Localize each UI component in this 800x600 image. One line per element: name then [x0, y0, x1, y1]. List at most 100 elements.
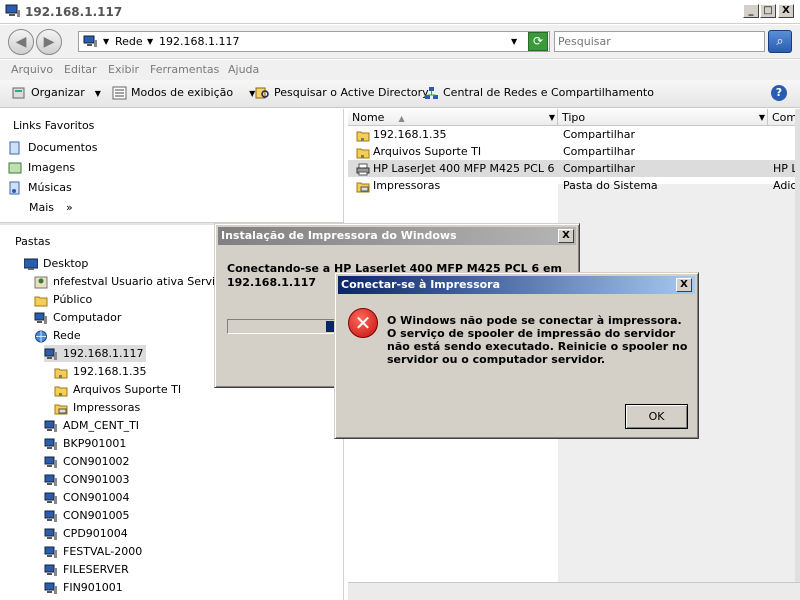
search-input[interactable] [555, 32, 764, 51]
computer-icon [44, 510, 58, 523]
search-button[interactable]: ⌕ [768, 30, 792, 53]
tree-item-label: Impressoras [73, 401, 141, 414]
forward-button[interactable]: ▶ [36, 29, 62, 55]
column-filter-icon[interactable]: ▼ [759, 109, 765, 126]
tree-item-label: ADM_CENT_TI [63, 419, 140, 432]
file-row[interactable]: Arquivos Suporte TI Compartilhar [348, 143, 800, 160]
pictures-icon [8, 162, 22, 174]
tree-item[interactable]: CON901005 [44, 507, 130, 524]
file-type: Pasta do Sistema [563, 179, 658, 192]
organize-label: Organizar [31, 86, 85, 99]
address-dropdown-icon[interactable]: ▼ [511, 37, 517, 46]
user-folder-icon [34, 276, 48, 289]
tree-item-label: 192.168.1.117 [63, 347, 144, 360]
computer-icon [44, 546, 58, 559]
menu-editar[interactable]: Editar [64, 63, 97, 76]
computer-icon [44, 564, 58, 577]
tree-item[interactable]: 192.168.1.35 [54, 363, 146, 380]
tree-item[interactable]: ADM_CENT_TI [44, 417, 139, 434]
tree-item-label: FILESERVER [63, 563, 129, 576]
window-title: 192.168.1.117 [25, 5, 123, 19]
tree-item[interactable]: CON901004 [44, 489, 130, 506]
tree-item[interactable]: Rede [34, 327, 81, 344]
network-center-icon [425, 87, 438, 99]
error-icon: ✕ [348, 308, 378, 338]
computer-icon [44, 420, 58, 433]
search-box[interactable] [554, 31, 765, 52]
tree-item-label: Rede [53, 329, 81, 342]
menu-ajuda[interactable]: Ajuda [228, 63, 259, 76]
tree-item[interactable]: Arquivos Suporte TI [54, 381, 181, 398]
file-name: 192.168.1.35 [373, 128, 447, 141]
tree-item[interactable]: CON901003 [44, 471, 130, 488]
install-dialog-title: Instalação de Impressora do Windows [218, 227, 576, 245]
views-button[interactable]: Modos de exibição ▼ [112, 86, 255, 100]
tree-item[interactable]: nfefestval Usuario ativa Servidor [34, 273, 233, 290]
breadcrumb-network[interactable]: Rede [115, 35, 143, 48]
tree-item[interactable]: CPD901004 [44, 525, 128, 542]
search-ad-label: Pesquisar o Active Directory [274, 86, 429, 99]
sort-ascending-icon: ▲ [398, 114, 405, 123]
favorite-label: Documentos [28, 141, 98, 154]
favorite-label: Músicas [28, 181, 72, 194]
window-title-bar: 192.168.1.117 _ □ X [0, 0, 800, 24]
file-row[interactable]: 192.168.1.35 Compartilhar [348, 126, 800, 143]
tree-item-label: FIN901001 [63, 581, 123, 594]
tree-item[interactable]: FESTVAL-2000 [44, 543, 142, 560]
close-window-button[interactable]: X [778, 4, 794, 18]
network-computer-icon [5, 4, 20, 17]
column-header-type[interactable]: Tipo ▼ [558, 109, 768, 126]
more-label: Mais [29, 201, 55, 214]
menu-exibir[interactable]: Exibir [108, 63, 139, 76]
menu-arquivo[interactable]: Arquivo [11, 63, 53, 76]
menu-ferramentas[interactable]: Ferramentas [150, 63, 219, 76]
vertical-scrollbar[interactable] [795, 109, 800, 589]
file-row[interactable]: HP LaserJet 400 MFP M425 PCL 6 Compartilh… [348, 160, 800, 177]
favorite-musicas[interactable]: Músicas [8, 181, 72, 195]
tree-item[interactable]: Computador [34, 309, 121, 326]
network-icon [83, 35, 97, 47]
back-button[interactable]: ◀ [8, 29, 34, 55]
tree-item[interactable]: Público [34, 291, 92, 308]
tree-item-label: CON901005 [63, 509, 130, 522]
tree-item[interactable]: Desktop [23, 255, 88, 272]
address-bar[interactable]: ▼ Rede ▼ 192.168.1.117 ▼ [78, 31, 550, 52]
favorites-more-button[interactable]: Mais » [29, 201, 73, 214]
favorite-imagens[interactable]: Imagens [8, 161, 75, 175]
file-name: HP LaserJet 400 MFP M425 PCL 6 [373, 162, 555, 175]
column-header-name[interactable]: Nome ▲ ▼ [348, 109, 558, 126]
search-ad-button[interactable]: Pesquisar o Active Directory [255, 86, 429, 100]
tree-item[interactable]: CON901002 [44, 453, 130, 470]
maximize-button[interactable]: □ [760, 4, 776, 18]
column-filter-icon[interactable]: ▼ [549, 109, 555, 126]
printer-icon [356, 163, 370, 176]
favorites-heading: Links Favoritos [13, 119, 95, 132]
error-dialog-close-button[interactable]: X [676, 278, 692, 292]
tree-item[interactable]: Impressoras [54, 399, 140, 416]
address-bar-row: ◀ ▶ ▼ Rede ▼ 192.168.1.117 ▼ ⟳ ⌕ [0, 25, 800, 59]
file-name-cell: Arquivos Suporte TI [356, 143, 481, 160]
help-icon[interactable]: ? [771, 85, 787, 101]
documents-icon [9, 141, 20, 155]
tree-item-label: CON901004 [63, 491, 130, 504]
organize-button[interactable]: Organizar ▼ [12, 86, 101, 100]
ok-button[interactable]: OK [625, 404, 688, 429]
refresh-icon: ⟳ [532, 34, 544, 48]
network-center-label: Central de Redes e Compartilhamento [443, 86, 654, 99]
install-dialog-close-button[interactable]: X [558, 229, 574, 243]
favorite-documentos[interactable]: Documentos [8, 141, 97, 155]
tree-item[interactable]: FILESERVER [44, 561, 129, 578]
breadcrumb-host[interactable]: 192.168.1.117 [159, 35, 239, 48]
minimize-button[interactable]: _ [743, 4, 759, 18]
horizontal-scrollbar[interactable] [348, 582, 800, 600]
tree-item-label: BKP901001 [63, 437, 127, 450]
file-row[interactable]: Impressoras Pasta do Sistema Adici [348, 177, 800, 194]
tree-item-label: 192.168.1.35 [73, 365, 147, 378]
tree-item[interactable]: 192.168.1.117 [44, 345, 147, 362]
active-directory-search-icon [255, 87, 269, 99]
organize-dropdown-icon: ▼ [94, 89, 101, 98]
refresh-button[interactable]: ⟳ [528, 32, 548, 51]
network-center-button[interactable]: Central de Redes e Compartilhamento [424, 86, 654, 100]
tree-item[interactable]: FIN901001 [44, 579, 123, 596]
tree-item[interactable]: BKP901001 [44, 435, 126, 452]
